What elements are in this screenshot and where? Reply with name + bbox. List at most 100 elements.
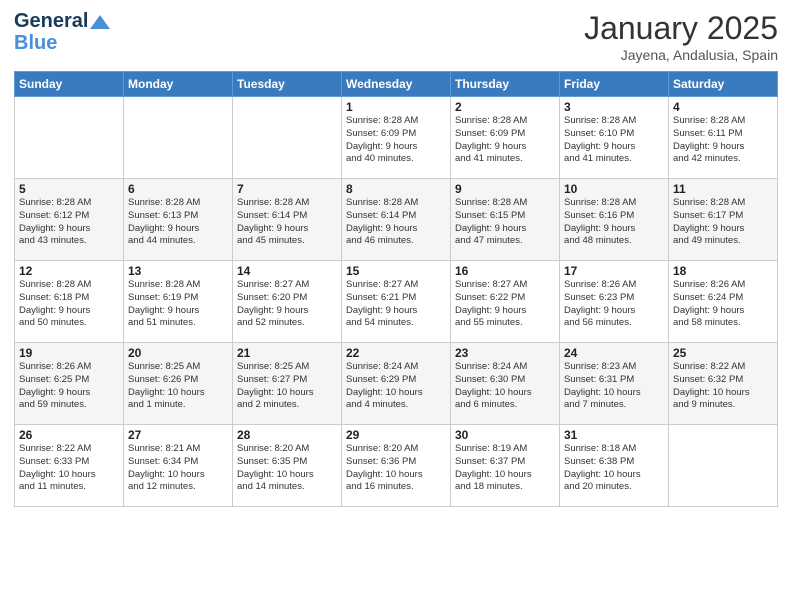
location: Jayena, Andalusia, Spain bbox=[584, 47, 778, 63]
day-info: Sunrise: 8:28 AM Sunset: 6:15 PM Dayligh… bbox=[455, 197, 555, 248]
day-info: Sunrise: 8:27 AM Sunset: 6:22 PM Dayligh… bbox=[455, 279, 555, 330]
day-number: 25 bbox=[673, 346, 773, 360]
table-row: 20Sunrise: 8:25 AM Sunset: 6:26 PM Dayli… bbox=[124, 343, 233, 425]
table-row: 2Sunrise: 8:28 AM Sunset: 6:09 PM Daylig… bbox=[451, 97, 560, 179]
day-number: 3 bbox=[564, 100, 664, 114]
day-info: Sunrise: 8:27 AM Sunset: 6:21 PM Dayligh… bbox=[346, 279, 446, 330]
calendar-week-row: 12Sunrise: 8:28 AM Sunset: 6:18 PM Dayli… bbox=[15, 261, 778, 343]
day-number: 29 bbox=[346, 428, 446, 442]
calendar-table: Sunday Monday Tuesday Wednesday Thursday… bbox=[14, 71, 778, 507]
day-number: 14 bbox=[237, 264, 337, 278]
table-row: 11Sunrise: 8:28 AM Sunset: 6:17 PM Dayli… bbox=[669, 179, 778, 261]
day-number: 28 bbox=[237, 428, 337, 442]
table-row: 12Sunrise: 8:28 AM Sunset: 6:18 PM Dayli… bbox=[15, 261, 124, 343]
col-thursday: Thursday bbox=[451, 72, 560, 97]
calendar-week-row: 5Sunrise: 8:28 AM Sunset: 6:12 PM Daylig… bbox=[15, 179, 778, 261]
table-row: 29Sunrise: 8:20 AM Sunset: 6:36 PM Dayli… bbox=[342, 425, 451, 507]
day-info: Sunrise: 8:24 AM Sunset: 6:29 PM Dayligh… bbox=[346, 361, 446, 412]
table-row: 3Sunrise: 8:28 AM Sunset: 6:10 PM Daylig… bbox=[560, 97, 669, 179]
day-number: 18 bbox=[673, 264, 773, 278]
header: General Blue January 2025 Jayena, Andalu… bbox=[14, 10, 778, 63]
month-title: January 2025 bbox=[584, 10, 778, 47]
table-row: 6Sunrise: 8:28 AM Sunset: 6:13 PM Daylig… bbox=[124, 179, 233, 261]
day-number: 8 bbox=[346, 182, 446, 196]
table-row: 7Sunrise: 8:28 AM Sunset: 6:14 PM Daylig… bbox=[233, 179, 342, 261]
calendar-week-row: 1Sunrise: 8:28 AM Sunset: 6:09 PM Daylig… bbox=[15, 97, 778, 179]
day-number: 1 bbox=[346, 100, 446, 114]
day-number: 30 bbox=[455, 428, 555, 442]
logo-line1: General bbox=[14, 10, 110, 32]
table-row bbox=[124, 97, 233, 179]
day-info: Sunrise: 8:25 AM Sunset: 6:26 PM Dayligh… bbox=[128, 361, 228, 412]
day-info: Sunrise: 8:28 AM Sunset: 6:14 PM Dayligh… bbox=[237, 197, 337, 248]
calendar-header-row: Sunday Monday Tuesday Wednesday Thursday… bbox=[15, 72, 778, 97]
table-row: 25Sunrise: 8:22 AM Sunset: 6:32 PM Dayli… bbox=[669, 343, 778, 425]
day-info: Sunrise: 8:28 AM Sunset: 6:09 PM Dayligh… bbox=[455, 115, 555, 166]
table-row: 22Sunrise: 8:24 AM Sunset: 6:29 PM Dayli… bbox=[342, 343, 451, 425]
day-info: Sunrise: 8:20 AM Sunset: 6:36 PM Dayligh… bbox=[346, 443, 446, 494]
day-info: Sunrise: 8:18 AM Sunset: 6:38 PM Dayligh… bbox=[564, 443, 664, 494]
day-info: Sunrise: 8:24 AM Sunset: 6:30 PM Dayligh… bbox=[455, 361, 555, 412]
table-row: 23Sunrise: 8:24 AM Sunset: 6:30 PM Dayli… bbox=[451, 343, 560, 425]
day-info: Sunrise: 8:28 AM Sunset: 6:11 PM Dayligh… bbox=[673, 115, 773, 166]
table-row: 24Sunrise: 8:23 AM Sunset: 6:31 PM Dayli… bbox=[560, 343, 669, 425]
table-row: 13Sunrise: 8:28 AM Sunset: 6:19 PM Dayli… bbox=[124, 261, 233, 343]
day-info: Sunrise: 8:28 AM Sunset: 6:16 PM Dayligh… bbox=[564, 197, 664, 248]
col-tuesday: Tuesday bbox=[233, 72, 342, 97]
day-info: Sunrise: 8:28 AM Sunset: 6:18 PM Dayligh… bbox=[19, 279, 119, 330]
day-number: 16 bbox=[455, 264, 555, 278]
day-info: Sunrise: 8:22 AM Sunset: 6:33 PM Dayligh… bbox=[19, 443, 119, 494]
table-row: 15Sunrise: 8:27 AM Sunset: 6:21 PM Dayli… bbox=[342, 261, 451, 343]
day-number: 20 bbox=[128, 346, 228, 360]
col-monday: Monday bbox=[124, 72, 233, 97]
table-row: 28Sunrise: 8:20 AM Sunset: 6:35 PM Dayli… bbox=[233, 425, 342, 507]
day-info: Sunrise: 8:20 AM Sunset: 6:35 PM Dayligh… bbox=[237, 443, 337, 494]
day-info: Sunrise: 8:25 AM Sunset: 6:27 PM Dayligh… bbox=[237, 361, 337, 412]
table-row bbox=[669, 425, 778, 507]
table-row: 30Sunrise: 8:19 AM Sunset: 6:37 PM Dayli… bbox=[451, 425, 560, 507]
day-number: 19 bbox=[19, 346, 119, 360]
table-row bbox=[15, 97, 124, 179]
day-number: 13 bbox=[128, 264, 228, 278]
table-row: 17Sunrise: 8:26 AM Sunset: 6:23 PM Dayli… bbox=[560, 261, 669, 343]
title-area: January 2025 Jayena, Andalusia, Spain bbox=[584, 10, 778, 63]
day-info: Sunrise: 8:26 AM Sunset: 6:25 PM Dayligh… bbox=[19, 361, 119, 412]
table-row: 16Sunrise: 8:27 AM Sunset: 6:22 PM Dayli… bbox=[451, 261, 560, 343]
day-number: 10 bbox=[564, 182, 664, 196]
table-row bbox=[233, 97, 342, 179]
table-row: 10Sunrise: 8:28 AM Sunset: 6:16 PM Dayli… bbox=[560, 179, 669, 261]
day-info: Sunrise: 8:26 AM Sunset: 6:23 PM Dayligh… bbox=[564, 279, 664, 330]
col-saturday: Saturday bbox=[669, 72, 778, 97]
day-number: 7 bbox=[237, 182, 337, 196]
day-info: Sunrise: 8:28 AM Sunset: 6:09 PM Dayligh… bbox=[346, 115, 446, 166]
day-number: 12 bbox=[19, 264, 119, 278]
day-info: Sunrise: 8:23 AM Sunset: 6:31 PM Dayligh… bbox=[564, 361, 664, 412]
logo-icon bbox=[90, 15, 110, 29]
page: General Blue January 2025 Jayena, Andalu… bbox=[0, 0, 792, 612]
day-info: Sunrise: 8:28 AM Sunset: 6:13 PM Dayligh… bbox=[128, 197, 228, 248]
day-number: 27 bbox=[128, 428, 228, 442]
table-row: 19Sunrise: 8:26 AM Sunset: 6:25 PM Dayli… bbox=[15, 343, 124, 425]
day-info: Sunrise: 8:28 AM Sunset: 6:14 PM Dayligh… bbox=[346, 197, 446, 248]
day-info: Sunrise: 8:26 AM Sunset: 6:24 PM Dayligh… bbox=[673, 279, 773, 330]
day-number: 24 bbox=[564, 346, 664, 360]
day-number: 17 bbox=[564, 264, 664, 278]
calendar-week-row: 26Sunrise: 8:22 AM Sunset: 6:33 PM Dayli… bbox=[15, 425, 778, 507]
day-number: 22 bbox=[346, 346, 446, 360]
table-row: 9Sunrise: 8:28 AM Sunset: 6:15 PM Daylig… bbox=[451, 179, 560, 261]
table-row: 8Sunrise: 8:28 AM Sunset: 6:14 PM Daylig… bbox=[342, 179, 451, 261]
day-info: Sunrise: 8:21 AM Sunset: 6:34 PM Dayligh… bbox=[128, 443, 228, 494]
table-row: 5Sunrise: 8:28 AM Sunset: 6:12 PM Daylig… bbox=[15, 179, 124, 261]
logo: General Blue bbox=[14, 10, 110, 54]
day-number: 9 bbox=[455, 182, 555, 196]
day-info: Sunrise: 8:27 AM Sunset: 6:20 PM Dayligh… bbox=[237, 279, 337, 330]
day-info: Sunrise: 8:28 AM Sunset: 6:12 PM Dayligh… bbox=[19, 197, 119, 248]
table-row: 1Sunrise: 8:28 AM Sunset: 6:09 PM Daylig… bbox=[342, 97, 451, 179]
logo-text: General Blue bbox=[14, 10, 110, 54]
col-wednesday: Wednesday bbox=[342, 72, 451, 97]
day-number: 26 bbox=[19, 428, 119, 442]
day-info: Sunrise: 8:28 AM Sunset: 6:10 PM Dayligh… bbox=[564, 115, 664, 166]
day-info: Sunrise: 8:28 AM Sunset: 6:19 PM Dayligh… bbox=[128, 279, 228, 330]
day-number: 15 bbox=[346, 264, 446, 278]
day-info: Sunrise: 8:28 AM Sunset: 6:17 PM Dayligh… bbox=[673, 197, 773, 248]
